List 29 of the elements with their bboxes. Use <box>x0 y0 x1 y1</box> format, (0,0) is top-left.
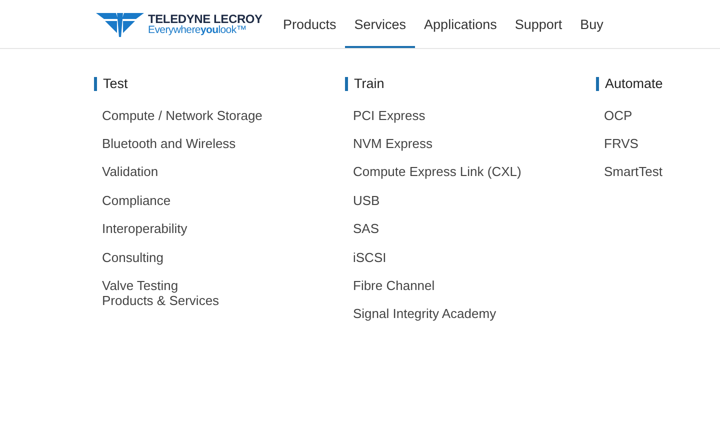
menu-link[interactable]: SAS <box>353 214 380 243</box>
menu-link[interactable]: iSCSI <box>353 242 386 272</box>
nav-link[interactable]: Support <box>506 2 572 48</box>
menu-link[interactable]: Valve Testing Products & Services <box>102 271 220 315</box>
nav-link[interactable]: Services <box>345 2 416 48</box>
menu-heading: Test <box>94 77 128 91</box>
menu-link[interactable]: USB <box>353 186 380 214</box>
menu-link[interactable]: Fibre Channel <box>353 271 435 300</box>
menu-link[interactable]: Compliance <box>102 186 171 214</box>
menu-link[interactable]: Signal Integrity Academy <box>353 300 496 328</box>
menu-link[interactable]: NVM Express <box>353 129 432 158</box>
menu-link[interactable]: Interoperability <box>102 214 188 243</box>
menu-link[interactable]: SmartTest <box>604 158 663 186</box>
menu-heading: Train <box>345 77 384 91</box>
menu-link[interactable]: PCI Express <box>353 101 426 130</box>
menu-link[interactable]: Compute / Network Storage <box>102 101 262 130</box>
menu-link[interactable]: OCP <box>604 101 632 130</box>
brand-name: TELEDYNE LECROY <box>148 12 262 25</box>
menu-link[interactable]: Bluetooth and Wireless <box>102 129 236 158</box>
nav-link[interactable]: Products <box>274 2 346 48</box>
nav-link[interactable]: Applications <box>415 2 506 48</box>
logo-icon <box>96 11 144 37</box>
nav-link[interactable]: Buy <box>571 2 612 48</box>
menu-link[interactable]: Compute Express Link (CXL) <box>353 158 522 186</box>
menu-link[interactable]: Validation <box>102 158 158 186</box>
brand-tagline: Everywhereyoulook™ <box>148 24 248 36</box>
menu-link[interactable]: FRVS <box>604 129 638 158</box>
menu-heading: Automate <box>596 77 663 91</box>
menu-link[interactable]: Consulting <box>102 242 164 272</box>
